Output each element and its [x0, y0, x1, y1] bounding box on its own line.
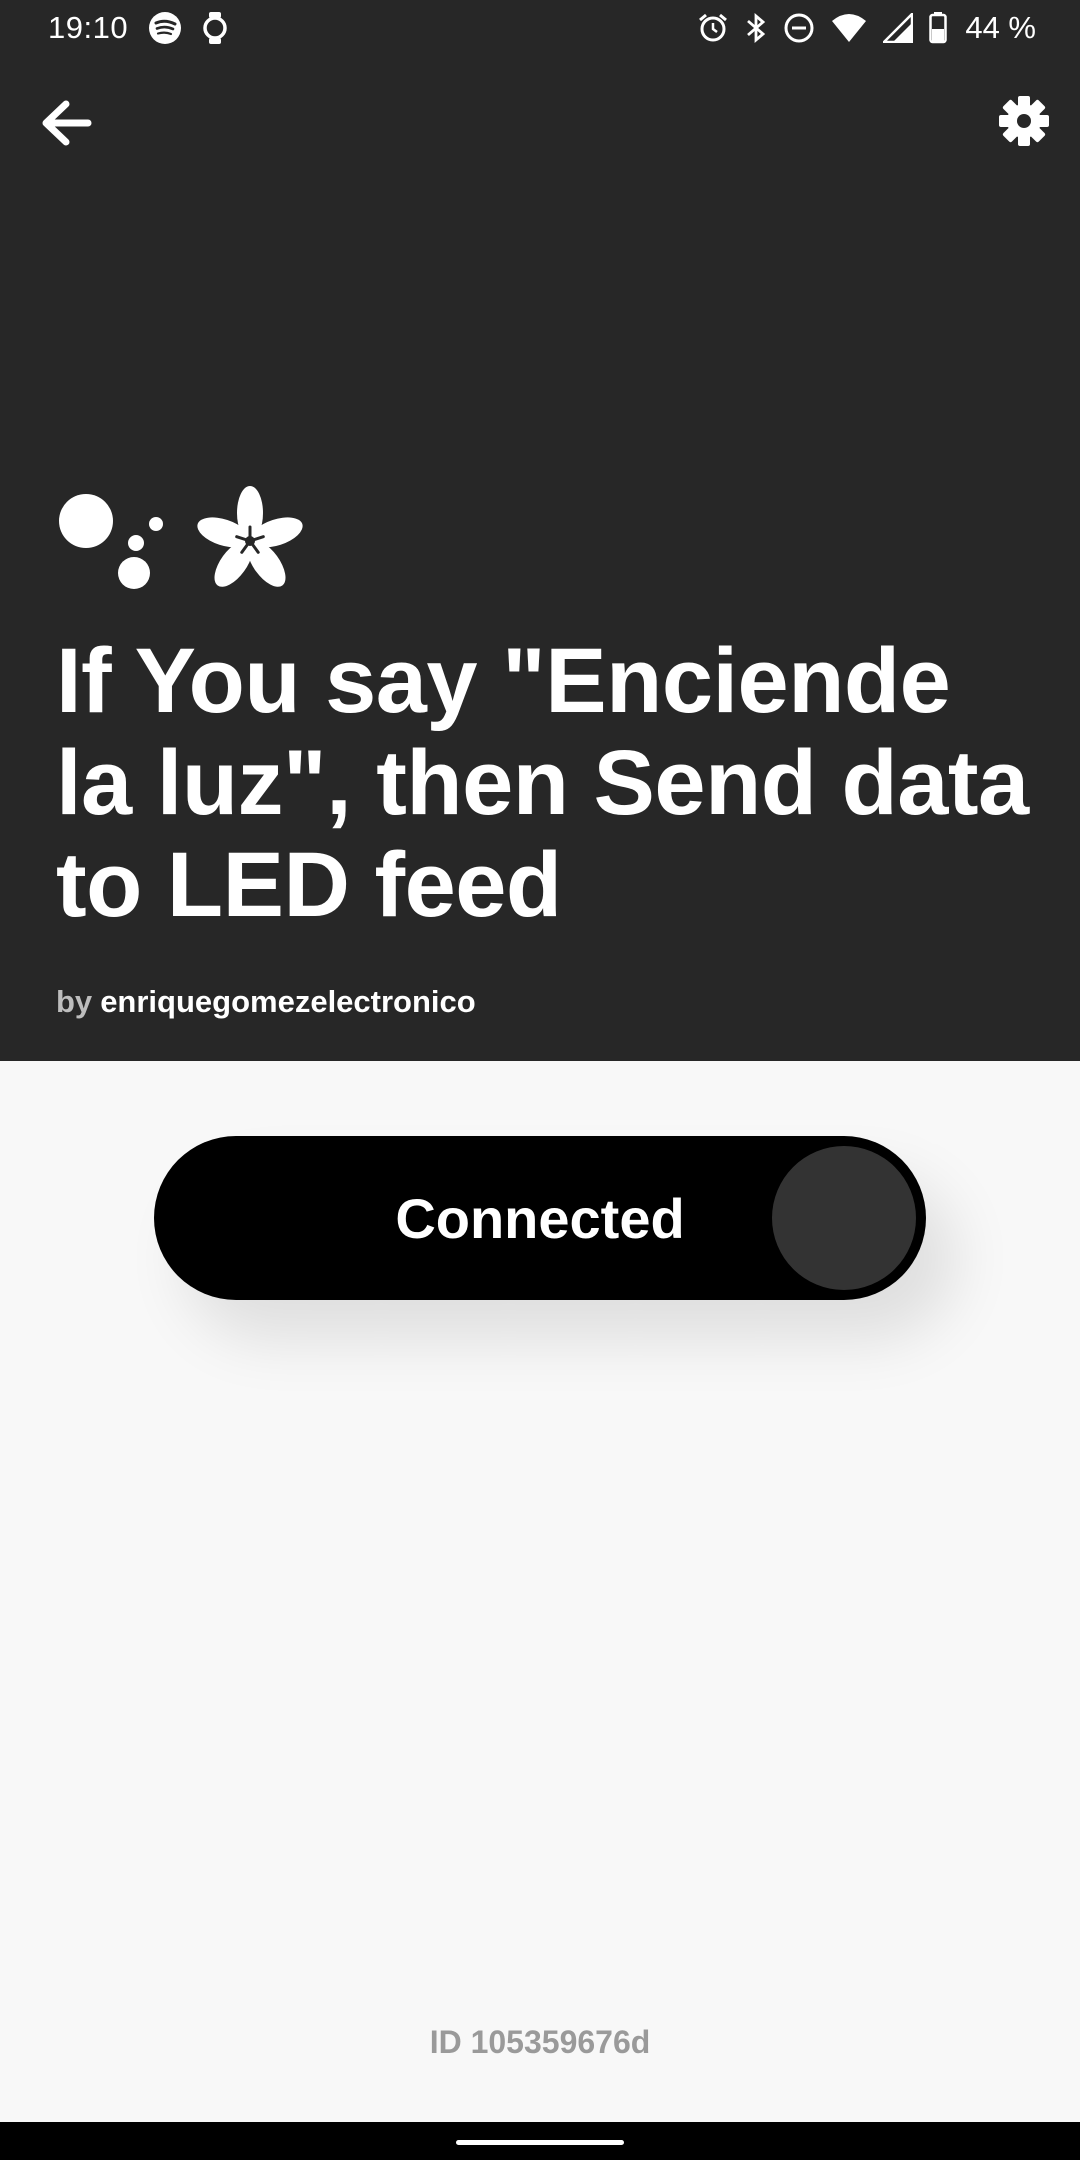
- navigation-bar: [0, 2122, 1080, 2160]
- author-byline: by enriquegomezelectronico: [56, 984, 476, 1020]
- battery-icon: [929, 12, 948, 44]
- toggle-knob[interactable]: [772, 1146, 916, 1290]
- status-time: 19:10: [48, 10, 129, 45]
- author-name[interactable]: enriquegomezelectronico: [100, 984, 476, 1019]
- spotify-icon: [148, 11, 182, 45]
- battery-percentage: 44 %: [965, 10, 1036, 45]
- applet-id: ID 105359676d: [429, 2024, 651, 2060]
- applet-header: 19:10 44 % If You say "Enciende la luz",…: [0, 0, 1080, 1061]
- home-gesture-handle[interactable]: [456, 2140, 624, 2145]
- google-assistant-icon: [58, 491, 164, 596]
- bluetooth-icon: [745, 12, 767, 44]
- signal-icon: [883, 13, 914, 43]
- status-bar: 19:10 44 %: [0, 0, 1080, 58]
- service-icons: [58, 485, 306, 602]
- arrow-left-icon: [38, 100, 94, 155]
- applet-title: If You say "Enciende la luz", then Send …: [56, 630, 1029, 936]
- connect-toggle[interactable]: Connected: [154, 1136, 926, 1300]
- do-not-disturb-icon: [783, 12, 815, 44]
- wifi-icon: [831, 13, 867, 43]
- byline-prefix: by: [56, 984, 93, 1019]
- settings-button[interactable]: [998, 95, 1050, 147]
- watch-icon: [202, 11, 228, 45]
- adafruit-icon: [194, 485, 306, 602]
- alarm-icon: [697, 12, 729, 44]
- back-button[interactable]: [38, 95, 94, 151]
- gear-icon: [998, 96, 1050, 151]
